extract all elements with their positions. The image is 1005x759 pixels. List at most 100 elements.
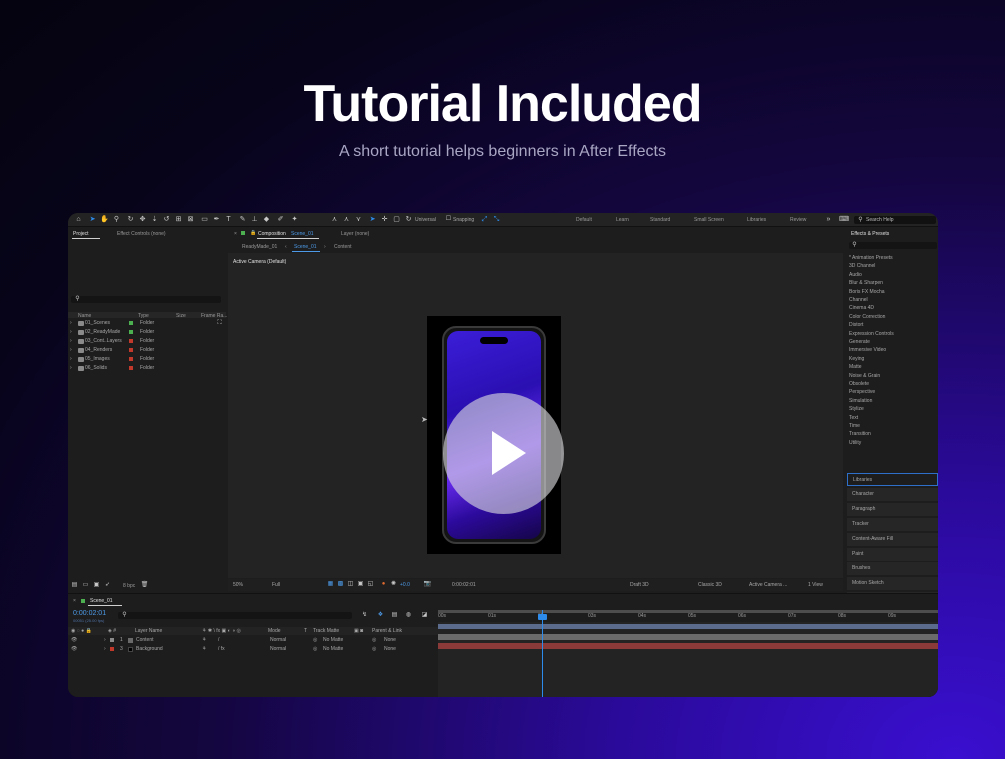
layer-duration-bar[interactable]: [438, 634, 938, 640]
stacked-panel-motion-sketch[interactable]: Motion Sketch: [847, 577, 938, 591]
project-row[interactable]: › 05_Images Folder: [68, 355, 226, 364]
color-mgmt-icon[interactable]: ●: [379, 580, 388, 589]
channel-icon[interactable]: ◱: [366, 580, 375, 589]
tab-comp-name[interactable]: Scene_01: [291, 231, 314, 237]
effect-category[interactable]: Time: [849, 423, 860, 429]
pickwhip-icon[interactable]: ◎: [372, 646, 376, 652]
flowchart-icon[interactable]: ⛶: [215, 319, 224, 328]
breadcrumb-readymade[interactable]: ReadyMade_01: [242, 244, 277, 250]
project-row[interactable]: › 03_Cont..Layers Folder: [68, 337, 226, 346]
shy-icon[interactable]: ⚘: [202, 646, 206, 652]
effect-category[interactable]: Text: [849, 415, 858, 421]
rotate-tool-icon[interactable]: ↺: [162, 215, 171, 224]
effect-category[interactable]: Expression Controls: [849, 331, 894, 337]
visibility-icon[interactable]: 👁: [71, 637, 77, 643]
project-search-input[interactable]: [71, 296, 221, 303]
new-folder-icon[interactable]: ▭: [81, 581, 90, 590]
matte-icon[interactable]: ◎: [313, 637, 317, 643]
stacked-panel-libraries[interactable]: Libraries: [847, 473, 938, 486]
quality-icon[interactable]: /: [218, 637, 219, 643]
col-t[interactable]: T: [304, 628, 307, 634]
tab-project[interactable]: Project: [73, 231, 89, 237]
draft-3d-icon[interactable]: ❖: [376, 611, 385, 620]
stacked-panel-paint[interactable]: Paint: [847, 547, 938, 561]
label-color[interactable]: [129, 366, 133, 370]
layer-label-color[interactable]: [110, 638, 114, 642]
stacked-panel-character[interactable]: Character: [847, 487, 938, 501]
transparency-grid-icon[interactable]: ▩: [336, 580, 345, 589]
camera-select[interactable]: Active Camera ...: [749, 582, 787, 588]
delete-icon[interactable]: 🗑: [140, 581, 149, 590]
effect-category[interactable]: Audio: [849, 272, 862, 278]
workspace-review[interactable]: Review: [790, 217, 806, 223]
snap-edge-icon[interactable]: ⤢: [480, 215, 489, 224]
stacked-panel-paragraph[interactable]: Paragraph: [847, 502, 938, 516]
effect-category[interactable]: Color Correction: [849, 314, 885, 320]
breadcrumb-scene[interactable]: Scene_01: [294, 244, 317, 250]
shy-icon[interactable]: ⚘: [202, 637, 206, 643]
exposure-icon[interactable]: ✺: [389, 580, 398, 589]
col-track-matte[interactable]: Track Matte: [313, 628, 339, 634]
workspace-default[interactable]: Default: [576, 217, 592, 223]
renderer-select[interactable]: Classic 3D: [698, 582, 722, 588]
bpc-label[interactable]: 8 bpc: [123, 583, 135, 589]
workspace-small-screen[interactable]: Small Screen: [694, 217, 724, 223]
layer-parent-select[interactable]: None: [384, 637, 396, 643]
label-color[interactable]: [129, 357, 133, 361]
tab-composition[interactable]: Composition: [258, 231, 286, 237]
workspace-learn[interactable]: Learn: [616, 217, 629, 223]
snapshot-icon[interactable]: 📷: [423, 580, 432, 589]
effects-title[interactable]: Effects & Presets: [851, 231, 889, 237]
tab-effect-controls[interactable]: Effect Controls (none): [117, 231, 166, 237]
parent-toggle-icon[interactable]: ▣ ◙: [354, 628, 363, 634]
draft-3d-toggle[interactable]: Draft 3D: [630, 582, 649, 588]
layer-label-color[interactable]: [110, 647, 114, 651]
mask-icon[interactable]: ◫: [346, 580, 355, 589]
layer-name[interactable]: Content: [136, 637, 154, 643]
current-time-indicator[interactable]: [542, 610, 543, 697]
rotate-3d-icon[interactable]: ↻: [404, 215, 413, 224]
visibility-icon[interactable]: 👁: [71, 646, 77, 652]
layer-mode-select[interactable]: Normal: [270, 646, 286, 652]
pan-behind-icon[interactable]: ⊠: [186, 215, 195, 224]
timeline-comp-tab[interactable]: Scene_01: [90, 598, 113, 604]
col-parent[interactable]: Parent & Link: [372, 628, 402, 634]
roto-brush-icon[interactable]: ✐: [276, 215, 285, 224]
table-row[interactable]: 👁 › 3 Background ⚘ / fx Normal ◎ No Matt…: [68, 645, 438, 653]
clone-stamp-icon[interactable]: ⊥: [250, 215, 259, 224]
effect-category[interactable]: Noise & Grain: [849, 373, 880, 379]
av-features-icon[interactable]: ◉ ◌ ● 🔒: [71, 628, 92, 634]
layer-duration-bar[interactable]: [438, 643, 938, 649]
layer-matte-select[interactable]: No Matte: [323, 646, 343, 652]
tab-layer[interactable]: Layer (none): [341, 231, 369, 237]
layer-matte-select[interactable]: No Matte: [323, 637, 343, 643]
brush-tool-icon[interactable]: ✎: [238, 215, 247, 224]
grid-icon[interactable]: ▣: [356, 580, 365, 589]
close-icon[interactable]: ×: [234, 231, 237, 237]
work-area-range[interactable]: [438, 624, 938, 629]
effect-category[interactable]: 3D Channel: [849, 263, 875, 269]
effect-category[interactable]: Channel: [849, 297, 868, 303]
pickwhip-icon[interactable]: ◎: [372, 637, 376, 643]
puppet-pin-icon[interactable]: ✦: [290, 215, 299, 224]
layer-parent-select[interactable]: None: [384, 646, 396, 652]
composition-viewer[interactable]: Active Camera (Default) ➤: [228, 253, 843, 578]
effect-category[interactable]: Keying: [849, 356, 864, 362]
quality-icon[interactable]: / fx: [218, 646, 225, 652]
stacked-panel-tracker[interactable]: Tracker: [847, 517, 938, 531]
project-row[interactable]: › 01_Scenes Folder: [68, 319, 226, 328]
playhead-handle[interactable]: [538, 614, 547, 620]
home-icon[interactable]: ⌂: [74, 215, 83, 224]
work-area-bar[interactable]: [438, 610, 938, 613]
comp-mini-flowchart-icon[interactable]: ↯: [360, 611, 369, 620]
label-icon[interactable]: ◈ #: [108, 628, 116, 634]
effect-category[interactable]: Utility: [849, 440, 861, 446]
frame-blending-icon[interactable]: ▤: [390, 611, 399, 620]
play-button[interactable]: [443, 393, 564, 514]
project-row[interactable]: › 04_Renders Folder: [68, 346, 226, 355]
col-layer-name[interactable]: Layer Name: [135, 628, 162, 634]
viewer-timecode[interactable]: 0:00:02:01: [452, 582, 476, 588]
views-select[interactable]: 1 View: [808, 582, 823, 588]
effect-category[interactable]: Stylize: [849, 406, 864, 412]
effects-search-input[interactable]: [849, 242, 937, 249]
